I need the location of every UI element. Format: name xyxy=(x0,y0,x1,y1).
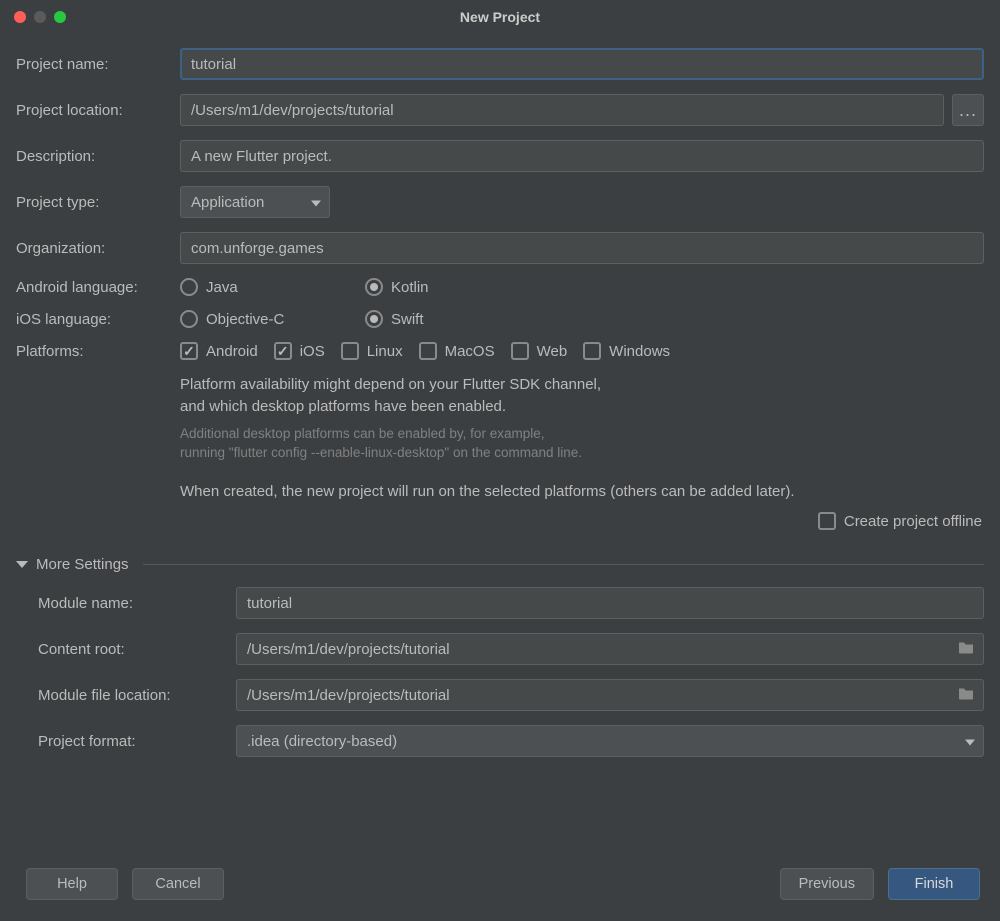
checkbox-icon xyxy=(180,342,198,360)
module-file-location-label: Module file location: xyxy=(38,687,236,704)
platform-windows[interactable]: Windows xyxy=(583,342,670,360)
ios-language-swift[interactable]: Swift xyxy=(365,310,424,328)
note-line: running "flutter config --enable-linux-d… xyxy=(180,443,984,463)
project-format-select[interactable]: .idea (directory-based) xyxy=(236,725,984,757)
radio-icon xyxy=(365,310,383,328)
finish-button[interactable]: Finish xyxy=(888,868,980,900)
project-location-label: Project location: xyxy=(16,102,180,119)
chevron-down-icon xyxy=(965,733,975,750)
radio-label: Kotlin xyxy=(391,279,429,296)
titlebar: New Project xyxy=(0,0,1000,34)
divider xyxy=(143,564,984,565)
when-created-note: When created, the new project will run o… xyxy=(180,481,984,503)
check-label: Linux xyxy=(367,343,403,360)
platform-linux[interactable]: Linux xyxy=(341,342,403,360)
browse-location-button[interactable]: ... xyxy=(952,94,984,126)
radio-label: Objective-C xyxy=(206,311,284,328)
additional-platforms-note: Additional desktop platforms can be enab… xyxy=(180,424,984,463)
more-settings-expander[interactable]: More Settings xyxy=(16,556,984,573)
check-label: Create project offline xyxy=(844,513,982,530)
android-language-kotlin[interactable]: Kotlin xyxy=(365,278,429,296)
project-type-label: Project type: xyxy=(16,194,180,211)
module-name-input[interactable] xyxy=(236,587,984,619)
previous-button[interactable]: Previous xyxy=(780,868,874,900)
module-file-location-input[interactable] xyxy=(236,679,984,711)
radio-icon xyxy=(180,310,198,328)
project-name-label: Project name: xyxy=(16,56,180,73)
description-label: Description: xyxy=(16,148,180,165)
platform-web[interactable]: Web xyxy=(511,342,568,360)
cancel-button[interactable]: Cancel xyxy=(132,868,224,900)
radio-label: Swift xyxy=(391,311,424,328)
minimize-window-button[interactable] xyxy=(34,11,46,23)
window-title: New Project xyxy=(460,9,540,25)
create-project-offline[interactable]: Create project offline xyxy=(818,512,982,530)
close-window-button[interactable] xyxy=(14,11,26,23)
project-location-input[interactable] xyxy=(180,94,944,126)
platform-macos[interactable]: MacOS xyxy=(419,342,495,360)
checkbox-icon xyxy=(419,342,437,360)
organization-label: Organization: xyxy=(16,240,180,257)
checkbox-icon xyxy=(341,342,359,360)
organization-input[interactable] xyxy=(180,232,984,264)
content-root-label: Content root: xyxy=(38,641,236,658)
check-label: iOS xyxy=(300,343,325,360)
more-settings-title: More Settings xyxy=(36,556,129,573)
window-controls xyxy=(14,11,66,23)
note-line: Platform availability might depend on yo… xyxy=(180,374,984,396)
folder-icon[interactable] xyxy=(958,641,974,658)
platform-sdk-note: Platform availability might depend on yo… xyxy=(180,374,984,418)
help-button[interactable]: Help xyxy=(26,868,118,900)
ios-language-label: iOS language: xyxy=(16,311,180,328)
project-format-label: Project format: xyxy=(38,733,236,750)
content-root-input[interactable] xyxy=(236,633,984,665)
description-input[interactable] xyxy=(180,140,984,172)
checkbox-icon xyxy=(583,342,601,360)
platforms-label: Platforms: xyxy=(16,343,180,360)
module-name-label: Module name: xyxy=(38,595,236,612)
radio-icon xyxy=(365,278,383,296)
project-format-value: .idea (directory-based) xyxy=(247,733,397,750)
android-language-label: Android language: xyxy=(16,279,180,296)
radio-icon xyxy=(180,278,198,296)
checkbox-icon xyxy=(511,342,529,360)
check-label: Web xyxy=(537,343,568,360)
zoom-window-button[interactable] xyxy=(54,11,66,23)
radio-label: Java xyxy=(206,279,238,296)
note-line: and which desktop platforms have been en… xyxy=(180,396,984,418)
chevron-down-icon xyxy=(311,194,321,211)
platform-ios[interactable]: iOS xyxy=(274,342,325,360)
project-type-value: Application xyxy=(191,194,264,211)
dialog-content: Project name: Project location: ... Desc… xyxy=(0,34,1000,757)
check-label: Windows xyxy=(609,343,670,360)
check-label: MacOS xyxy=(445,343,495,360)
checkbox-icon xyxy=(274,342,292,360)
project-type-select[interactable]: Application xyxy=(180,186,330,218)
note-line: Additional desktop platforms can be enab… xyxy=(180,424,984,444)
triangle-down-icon xyxy=(16,561,28,568)
checkbox-icon xyxy=(818,512,836,530)
folder-icon[interactable] xyxy=(958,687,974,704)
ios-language-objc[interactable]: Objective-C xyxy=(180,310,365,328)
check-label: Android xyxy=(206,343,258,360)
platform-android[interactable]: Android xyxy=(180,342,258,360)
android-language-java[interactable]: Java xyxy=(180,278,365,296)
project-name-input[interactable] xyxy=(180,48,984,80)
dialog-footer: Help Cancel Previous Finish xyxy=(0,857,1000,921)
